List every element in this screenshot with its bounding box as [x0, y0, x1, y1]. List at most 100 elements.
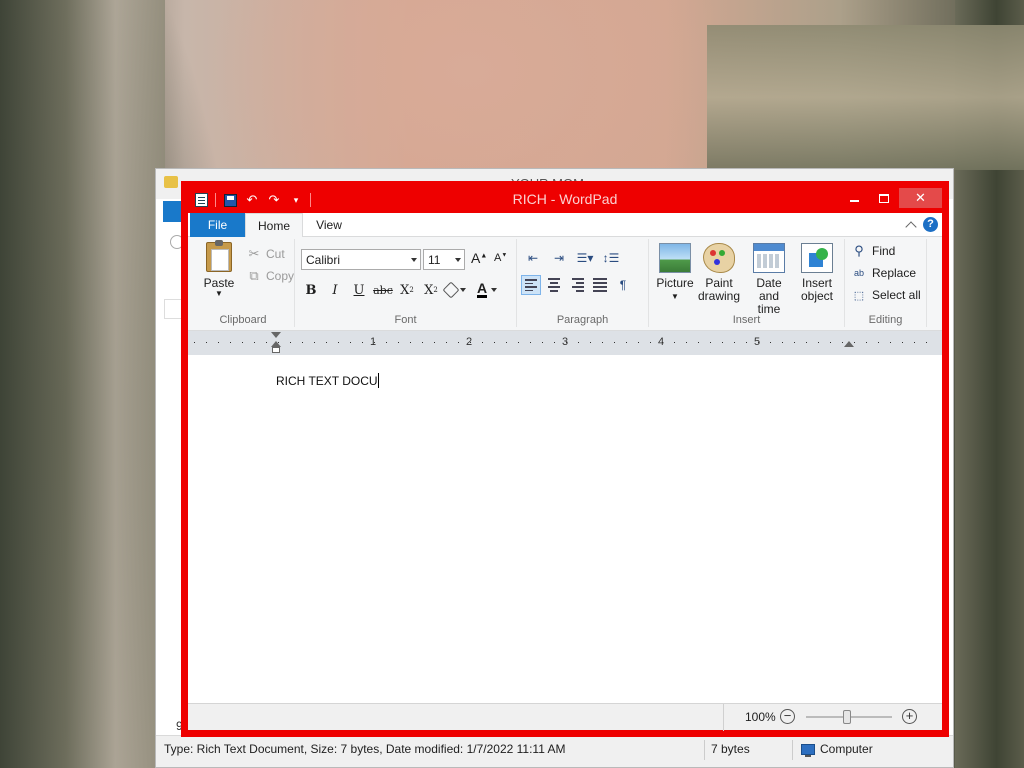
insert-object-button[interactable]: Insert object [795, 243, 839, 303]
font-size-select[interactable]: 11 [423, 249, 465, 270]
ribbon-tabs: File Home View ? [188, 213, 942, 238]
chevron-down-icon: ▼ [215, 289, 223, 298]
calendar-icon [753, 243, 785, 273]
increase-indent-icon[interactable]: ⇥ [549, 249, 569, 267]
text-caret [377, 373, 379, 388]
help-icon[interactable]: ? [923, 217, 938, 232]
paint-drawing-button[interactable]: Paint drawing [697, 243, 741, 303]
ruler[interactable]: 1 2 3 4 5 [188, 331, 942, 355]
date-time-button[interactable]: Date and time [745, 243, 793, 316]
status-divider [792, 740, 793, 760]
zoom-level: 100% [745, 710, 776, 724]
ribbon-help-area: ? [905, 217, 938, 233]
window-title: RICH - WordPad [512, 191, 618, 207]
document-text-line[interactable]: RICH TEXT DOCU [276, 373, 379, 388]
palette-icon [703, 243, 735, 273]
cut-button[interactable]: ✂ Cut [246, 246, 285, 262]
insert-picture-button[interactable]: Picture ▼ [653, 243, 697, 303]
paste-button[interactable]: Paste ▼ [196, 240, 242, 298]
bullets-icon[interactable]: ☰▾ [575, 249, 595, 267]
right-indent-marker[interactable] [844, 341, 854, 347]
ruler-number: 4 [658, 336, 665, 348]
find-button[interactable]: ⚲ Find [851, 243, 895, 259]
close-button[interactable]: ✕ [899, 188, 942, 208]
group-label-insert: Insert [732, 314, 761, 326]
wordpad-titlebar[interactable]: ↶ ↷ ▾ RICH - WordPad ✕ [188, 188, 942, 213]
paragraph-settings-icon[interactable]: ¶ [613, 276, 633, 294]
justify-icon[interactable] [590, 275, 610, 295]
ribbon: Paste ▼ ✂ Cut ⧉ Copy Clipboard Calibri 1… [188, 237, 942, 331]
subscript-icon[interactable]: X2 [397, 280, 417, 300]
replace-label: Replace [872, 266, 917, 280]
explorer-status-bar: Type: Rich Text Document, Size: 7 bytes,… [156, 735, 953, 767]
paste-label: Paste [203, 276, 235, 290]
computer-icon [801, 743, 815, 757]
underline-icon[interactable]: U [349, 280, 369, 300]
background-photo-left [0, 0, 165, 768]
object-label-1: Insert [801, 276, 832, 290]
maximize-icon [879, 193, 889, 203]
align-left-icon[interactable] [521, 275, 541, 295]
find-label: Find [872, 244, 896, 258]
chevron-down-icon [411, 258, 417, 262]
status-divider [704, 740, 705, 760]
align-center-icon[interactable] [544, 275, 564, 295]
document-text: RICH TEXT DOCU [276, 374, 378, 388]
decrease-indent-icon[interactable]: ⇤ [523, 249, 543, 267]
left-indent-marker[interactable] [272, 347, 280, 353]
maximize-button[interactable] [869, 188, 899, 208]
binoculars-icon: ⚲ [854, 243, 864, 258]
tab-view[interactable]: View [303, 213, 355, 237]
window-controls: ✕ [839, 188, 942, 208]
paragraph-row-bottom: ¶ [521, 275, 633, 295]
paragraph-row-top: ⇤ ⇥ ☰▾ ↕☰ [523, 249, 621, 267]
minimize-button[interactable] [839, 188, 869, 208]
bold-icon[interactable]: B [301, 280, 321, 300]
picture-label: Picture [656, 276, 694, 290]
font-family-select[interactable]: Calibri [301, 249, 421, 270]
wordpad-window: ↶ ↷ ▾ RICH - WordPad ✕ File Home View ? … [181, 181, 949, 737]
background-photo-top-right [707, 25, 1024, 170]
highlight-color-button[interactable] [442, 280, 473, 300]
zoom-divider [723, 704, 724, 731]
collapse-ribbon-icon[interactable] [905, 220, 917, 233]
font-color-button[interactable]: A [477, 280, 507, 300]
paint-label-2: drawing [697, 289, 741, 303]
group-label-font: Font [394, 314, 417, 326]
close-icon: ✕ [915, 190, 926, 205]
status-location: Computer [801, 742, 873, 757]
replace-button[interactable]: ab Replace [851, 265, 916, 281]
object-icon [801, 243, 833, 273]
zoom-in-button[interactable]: + [902, 709, 917, 724]
group-label-clipboard: Clipboard [219, 314, 267, 326]
zoom-slider-thumb[interactable] [843, 710, 851, 724]
select-all-label: Select all [872, 288, 921, 302]
italic-icon[interactable]: I [325, 280, 345, 300]
shrink-font-icon[interactable]: A▼ [494, 252, 507, 264]
ruler-number: 1 [370, 336, 377, 348]
minimize-icon [849, 200, 859, 202]
group-paragraph: ⇤ ⇥ ☰▾ ↕☰ ¶ Paragraph [517, 239, 649, 327]
strikethrough-icon[interactable]: abc [373, 280, 393, 300]
document-area[interactable]: RICH TEXT DOCU [188, 355, 942, 703]
zoom-bar: 100% − + [188, 703, 942, 731]
tab-home[interactable]: Home [245, 213, 303, 238]
tab-file[interactable]: File [190, 213, 245, 237]
highlighter-icon [442, 281, 460, 299]
object-label-2: object [800, 289, 834, 303]
superscript-icon[interactable]: X2 [421, 280, 441, 300]
copy-button[interactable]: ⧉ Copy [246, 268, 294, 284]
cut-label: Cut [266, 247, 285, 261]
grow-font-icon[interactable]: A▲ [471, 250, 487, 266]
group-clipboard: Paste ▼ ✂ Cut ⧉ Copy Clipboard [192, 239, 295, 327]
first-line-indent-marker[interactable] [271, 332, 281, 338]
align-right-icon[interactable] [567, 275, 587, 295]
status-size: 7 bytes [711, 742, 750, 756]
ruler-number: 3 [562, 336, 569, 348]
zoom-out-button[interactable]: − [780, 709, 795, 724]
paint-label-1: Paint [705, 276, 733, 290]
select-all-button[interactable]: ⬚ Select all [851, 287, 921, 303]
status-location-label: Computer [820, 742, 873, 756]
line-spacing-icon[interactable]: ↕☰ [601, 249, 621, 267]
group-editing: ⚲ Find ab Replace ⬚ Select all Editing [845, 239, 927, 327]
